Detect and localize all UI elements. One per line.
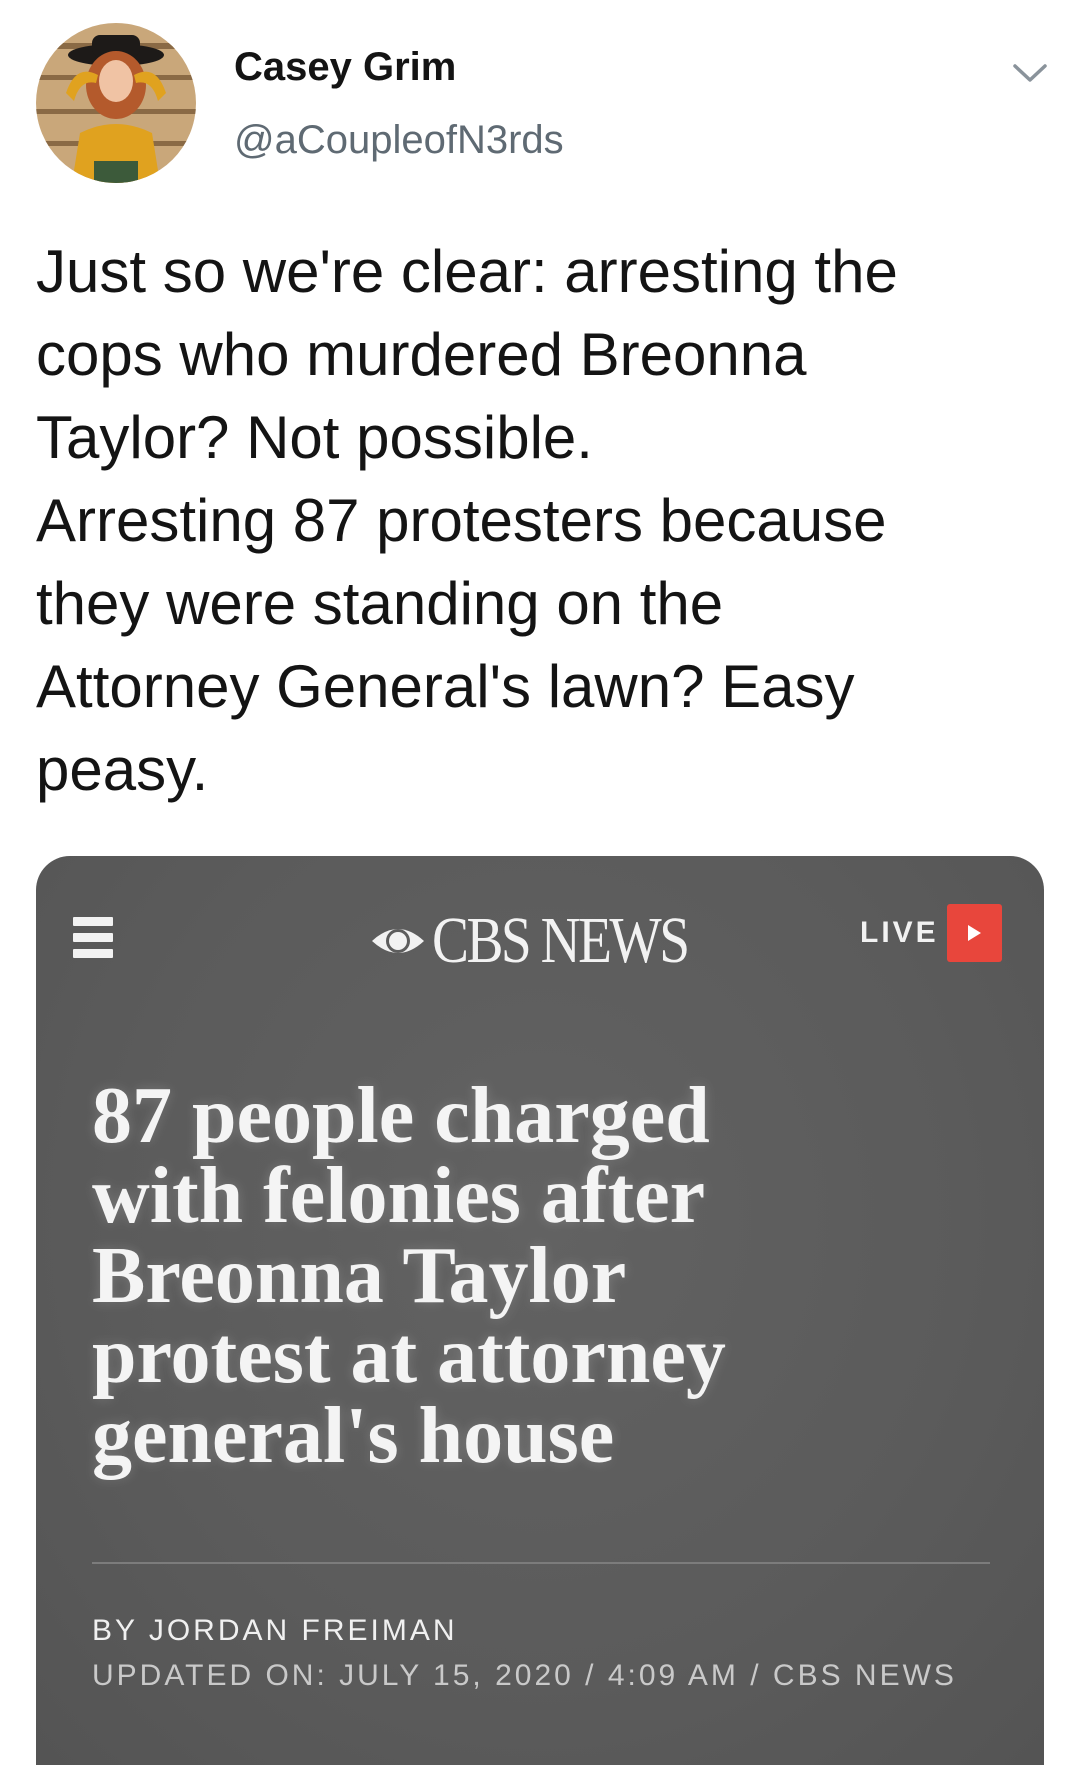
article-byline: BY JORDAN FREIMAN <box>92 1614 458 1647</box>
tweet-text-line: Arresting 87 protesters because <box>36 487 887 554</box>
headline-line: 87 people charged <box>92 1072 710 1160</box>
live-label: LIVE <box>860 916 939 949</box>
tweet-text-line: they were standing on the <box>36 570 724 637</box>
chevron-down-icon[interactable] <box>1009 52 1051 94</box>
brand-name: CBS NEWS <box>432 904 690 977</box>
tweet-text-line: peasy. <box>36 736 209 803</box>
tweet-text: Just so we're clear: arresting the cops … <box>36 230 1046 811</box>
play-icon <box>946 904 1002 962</box>
hamburger-menu-icon[interactable] <box>73 917 113 959</box>
divider <box>92 1562 990 1564</box>
tweet-text-line: Just so we're clear: arresting the <box>36 238 898 305</box>
article-headline[interactable]: 87 people charged with felonies after Br… <box>92 1076 992 1476</box>
avatar[interactable] <box>36 23 196 183</box>
live-button[interactable]: LIVE <box>860 904 1002 962</box>
user-handle[interactable]: @aCoupleofN3rds <box>234 118 564 163</box>
tweet-text-line: Taylor? Not possible. <box>36 404 593 471</box>
tweet-text-line: Attorney General's lawn? Easy <box>36 653 855 720</box>
article-card[interactable]: CBS NEWS LIVE 87 people charged with fel… <box>36 856 1044 1765</box>
cbs-news-logo: CBS NEWS <box>370 904 736 977</box>
headline-line: with felonies after <box>92 1152 706 1240</box>
headline-line: protest at attorney <box>92 1312 726 1400</box>
headline-line: general's house <box>92 1392 615 1480</box>
cbs-eye-icon <box>370 919 426 963</box>
tweet-text-line: cops who murdered Breonna <box>36 321 807 388</box>
display-name[interactable]: Casey Grim <box>234 45 456 90</box>
article-updated: UPDATED ON: JULY 15, 2020 / 4:09 AM / CB… <box>92 1659 957 1692</box>
headline-line: Breonna Taylor <box>92 1232 627 1320</box>
avatar-image <box>36 23 196 183</box>
tweet: Casey Grim @aCoupleofN3rds Just so we're… <box>0 0 1080 1765</box>
